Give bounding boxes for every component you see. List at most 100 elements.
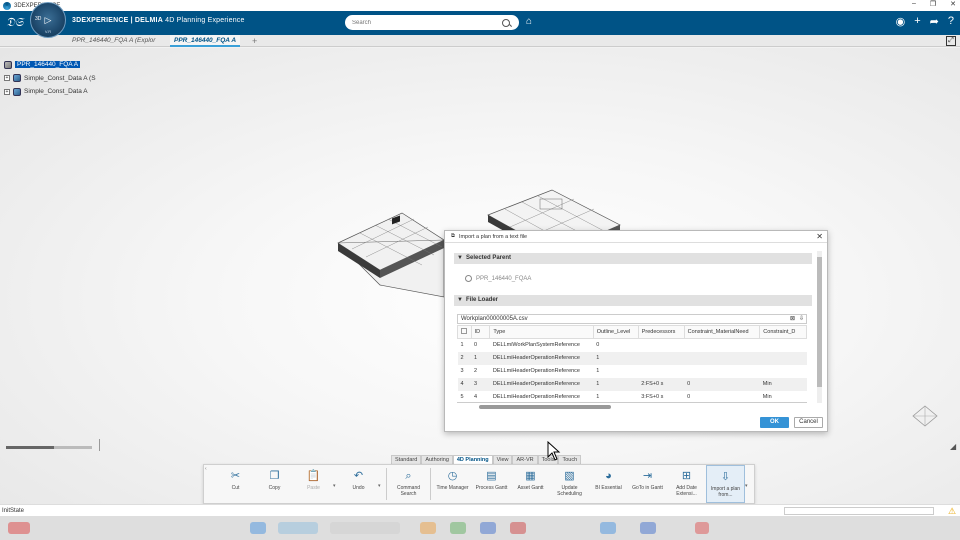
table-cell[interactable] [760, 365, 807, 378]
tab-active[interactable]: PPR_146440_FQA A [170, 35, 241, 47]
table-row[interactable]: 4 3 DELLmiHeaderOperationReference 1 2:FS+0 … [457, 377, 807, 391]
action-tab-authoring[interactable]: Authoring [421, 455, 453, 464]
table-row[interactable]: 2 1 DELLmiHeaderOperationReference 1 [457, 351, 807, 365]
action-bar-expand-icon[interactable]: ‹ [205, 466, 207, 472]
cancel-button[interactable]: Cancel [794, 417, 823, 428]
plan-data-grid[interactable]: ID Type Outline_Level Predecessors Constrain… [457, 325, 807, 403]
table-cell[interactable]: Min [760, 391, 807, 403]
table-cell[interactable]: 1 [593, 351, 639, 365]
process-gantt-button[interactable]: ▤ Process Gantt [472, 465, 511, 503]
table-cell[interactable]: 1 [458, 339, 472, 352]
table-cell[interactable] [638, 339, 684, 352]
asset-gantt-button[interactable]: ▦ Asset Gantt [511, 465, 550, 503]
undo-button[interactable]: ↶ Undo [339, 465, 378, 503]
table-cell[interactable] [684, 351, 760, 365]
warning-icon[interactable]: ⚠ [948, 506, 958, 516]
column-header[interactable]: ID [470, 325, 491, 339]
share-icon[interactable]: ➦ [930, 15, 939, 28]
taskbar-app-icon[interactable] [420, 522, 436, 534]
help-icon[interactable]: ? [948, 15, 954, 28]
close-button[interactable]: ✕ [950, 0, 956, 8]
command-search-button[interactable]: ⌕ Command Search [389, 465, 428, 503]
command-input[interactable] [784, 507, 934, 515]
table-cell[interactable] [684, 339, 760, 352]
selected-parent-section[interactable]: ▼ Selected Parent [454, 253, 812, 264]
column-header[interactable]: Constraint_MaterialNeed [683, 325, 761, 339]
table-cell[interactable]: 1 [471, 351, 490, 365]
table-cell[interactable]: DELLmiHeaderOperationReference [489, 351, 594, 365]
file-loader-section[interactable]: ▼ File Loader [454, 295, 812, 306]
table-cell[interactable] [638, 365, 684, 378]
import-plan-button[interactable]: ⇩ Import a plan from... [706, 465, 745, 503]
table-row[interactable]: 5 4 DELLmiHeaderOperationReference 1 3:FS+0 … [458, 391, 807, 403]
view-compass-icon[interactable] [910, 404, 940, 430]
table-cell[interactable]: 2 [457, 351, 472, 365]
select-all-checkbox[interactable] [461, 328, 467, 334]
update-scheduling-button[interactable]: ▧ Update Scheduling [550, 465, 589, 503]
table-cell[interactable]: Min [759, 377, 807, 391]
table-cell[interactable]: 3:FS+0 s [638, 391, 684, 403]
action-tab-touch[interactable]: Touch [558, 455, 582, 464]
table-cell[interactable]: 0 [684, 377, 760, 391]
user-icon[interactable]: ◉ [896, 15, 906, 28]
table-cell[interactable] [760, 339, 807, 352]
paste-button[interactable]: 📋 Paste [294, 465, 333, 503]
table-cell[interactable]: 1 [593, 391, 638, 403]
table-cell[interactable] [638, 351, 685, 365]
bi-essential-button[interactable]: ◕ BI Essential [589, 465, 628, 503]
table-cell[interactable]: 2:FS+0 s [638, 377, 685, 391]
horizontal-scrollbar[interactable] [475, 405, 805, 409]
table-cell[interactable]: 0 [593, 339, 638, 352]
table-cell[interactable]: 0 [684, 391, 760, 403]
add-date-extension-button[interactable]: ⊞ Add Date Extensi... [667, 465, 706, 503]
scroll-thumb[interactable] [479, 405, 611, 409]
file-path-field[interactable]: Workplan00000005A.csv ⊠ ⇩ [457, 314, 807, 324]
table-cell[interactable]: 2 [471, 365, 490, 378]
dropdown-arrow-icon[interactable]: ▾ [378, 483, 384, 489]
action-tab-ar-vr[interactable]: AR-VR [512, 455, 538, 464]
taskbar-app-icon[interactable] [450, 522, 466, 534]
tree-item-label[interactable]: Simple_Const_Data A [24, 88, 88, 95]
action-tab-view[interactable]: View [492, 455, 513, 464]
scissors-button[interactable]: ✂ Cut [216, 465, 255, 503]
add-icon[interactable]: + [914, 15, 920, 28]
taskbar-app-icon[interactable] [640, 522, 656, 534]
ds-logo-icon[interactable]: 𝔇𝔖 [6, 15, 23, 30]
dropdown-arrow-icon[interactable]: ▾ [745, 483, 751, 489]
table-cell[interactable]: DELLmiWorkPlanSystemReference [490, 339, 593, 352]
table-cell[interactable]: 3 [458, 365, 472, 378]
taskbar-app-icon[interactable] [278, 522, 318, 534]
copy-button[interactable]: ❐ Copy [255, 465, 294, 503]
taskbar-app-icon[interactable] [330, 522, 400, 534]
compass-icon[interactable]: 3D ▷ V.R [30, 2, 66, 38]
expand-node-icon[interactable]: + [4, 88, 10, 95]
table-cell[interactable]: 5 [458, 391, 472, 403]
tree-item-label[interactable]: Simple_Const_Data A (S [24, 75, 96, 82]
load-file-icon[interactable]: ⇩ [799, 315, 804, 323]
tree-item[interactable]: PPR_146440_FQA A [4, 58, 96, 72]
tag-icon[interactable]: ⌂ [526, 16, 532, 27]
table-cell[interactable]: 0 [471, 339, 490, 352]
clear-icon[interactable]: ⊠ [790, 315, 795, 323]
collapse-icon[interactable]: ▼ [457, 295, 463, 306]
table-cell[interactable]: 4 [471, 391, 490, 403]
action-tab-standard[interactable]: Standard [391, 455, 422, 464]
dialog-title-bar[interactable]: ⧉ Import a plan from a text file [445, 231, 827, 243]
dialog-close-icon[interactable]: ✕ [816, 232, 823, 241]
vertical-scrollbar[interactable] [817, 251, 822, 403]
maximize-button[interactable]: ❐ [930, 0, 936, 8]
table-row[interactable]: 3 2 DELLmiHeaderOperationReference 1 [458, 365, 807, 378]
column-header[interactable] [457, 325, 472, 339]
column-header[interactable]: Type [489, 325, 594, 339]
column-header[interactable]: Predecessors [637, 325, 685, 339]
goto-gantt-button[interactable]: ⇥ GoTo in Gantt [628, 465, 667, 503]
action-tab-4d-planning[interactable]: 4D Planning [452, 455, 493, 464]
table-cell[interactable]: DELLmiHeaderOperationReference [490, 365, 593, 378]
table-cell[interactable]: 1 [593, 365, 638, 378]
add-tab-icon[interactable]: + [252, 35, 257, 47]
taskbar-app-icon[interactable] [695, 522, 709, 534]
minimize-button[interactable]: – [912, 0, 916, 8]
collapse-icon[interactable]: ▼ [457, 253, 463, 264]
table-cell[interactable]: 1 [593, 377, 639, 391]
tab-explore[interactable]: PPR_146440_FQA A (Explor [68, 35, 159, 47]
